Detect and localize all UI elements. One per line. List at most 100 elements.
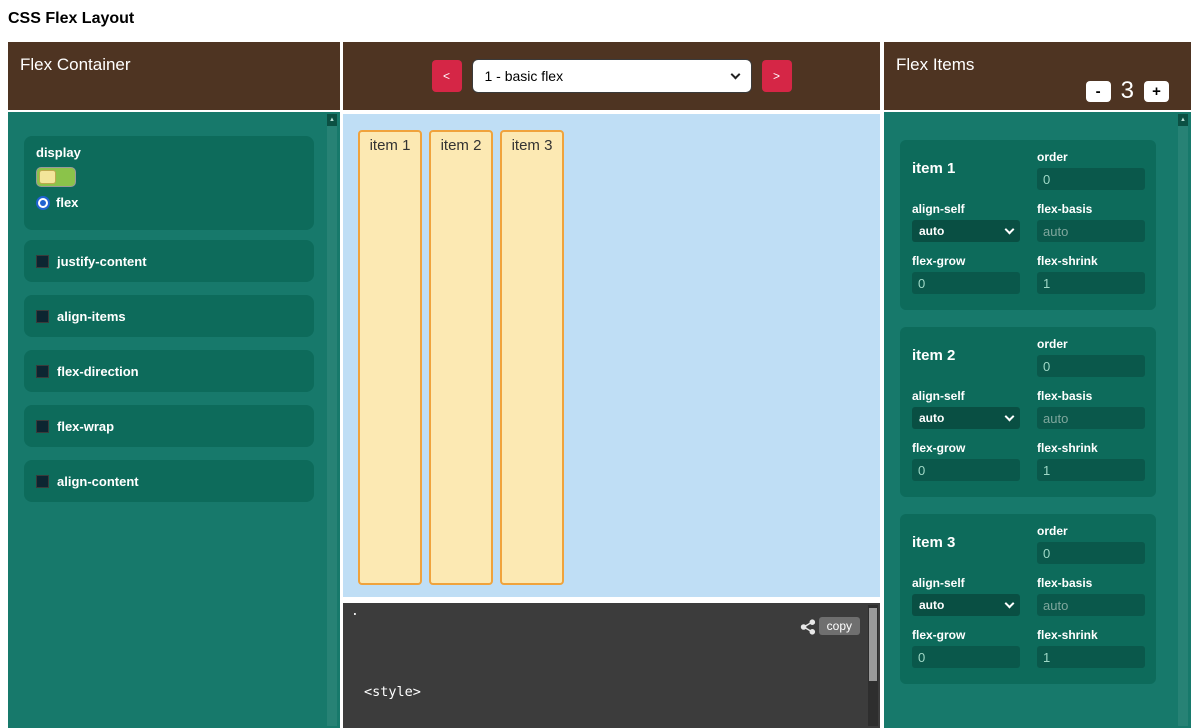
order-input[interactable] (1037, 168, 1145, 190)
add-item-button[interactable]: + (1144, 81, 1169, 102)
scroll-up-icon[interactable]: ▲ (327, 114, 337, 126)
flex-wrap-checkbox[interactable] (36, 420, 49, 433)
order-input[interactable] (1037, 355, 1145, 377)
flex-items-body: item 1 order align-self auto flex-basis (884, 112, 1191, 728)
flex-basis-input[interactable] (1037, 594, 1145, 616)
align-content-label: align-content (57, 474, 139, 489)
flex-grow-input[interactable] (912, 646, 1020, 668)
chevron-down-icon (1005, 224, 1015, 234)
flex-grow-label: flex-grow (912, 628, 1037, 642)
remove-item-button[interactable]: - (1086, 81, 1111, 102)
item-card-title: item 1 (912, 160, 1037, 190)
flex-radio[interactable] (36, 196, 50, 210)
flex-items-header: Flex Items - 3 + (884, 42, 1191, 110)
option-panel-justify-content: justify-content (24, 240, 314, 282)
left-scrollbar[interactable]: ▲ (327, 114, 337, 726)
align-self-label: align-self (912, 202, 1037, 216)
toggle-knob (39, 170, 56, 184)
option-panel-flex-wrap: flex-wrap (24, 405, 314, 447)
flex-preview-area: item 1 item 2 item 3 (343, 114, 880, 597)
align-self-select[interactable]: auto (912, 220, 1020, 242)
align-self-label: align-self (912, 389, 1037, 403)
flex-basis-label: flex-basis (1037, 202, 1144, 216)
align-self-value: auto (919, 224, 944, 238)
flex-container-header: Flex Container (8, 42, 340, 110)
share-icon[interactable] (800, 619, 816, 635)
align-items-label: align-items (57, 309, 126, 324)
align-self-select[interactable]: auto (912, 407, 1020, 429)
flex-container-title: Flex Container (20, 55, 131, 75)
example-nav-header: < 1 - basic flex > (343, 42, 880, 110)
flex-basis-input[interactable] (1037, 220, 1145, 242)
flex-shrink-label: flex-shrink (1037, 254, 1144, 268)
code-panel: . copy <style> .flex-container { display… (343, 603, 880, 728)
order-label: order (1037, 150, 1144, 164)
item-card-2: item 2 order align-self auto flex-basis (900, 327, 1156, 497)
order-input[interactable] (1037, 542, 1145, 564)
flex-direction-checkbox[interactable] (36, 365, 49, 378)
display-toggle[interactable] (36, 167, 76, 187)
flex-wrap-label: flex-wrap (57, 419, 114, 434)
code-block: <style> .flex-container { display: flex; (364, 645, 518, 728)
item-card-title: item 2 (912, 347, 1037, 377)
option-panel-flex-direction: flex-direction (24, 350, 314, 392)
flex-grow-input[interactable] (912, 272, 1020, 294)
flex-basis-input[interactable] (1037, 407, 1145, 429)
flex-item-box-2: item 2 (429, 130, 493, 585)
chevron-down-icon (1005, 411, 1015, 421)
flex-direction-label: flex-direction (57, 364, 139, 379)
example-select[interactable]: 1 - basic flex (472, 59, 752, 93)
flex-container-panel: Flex Container display flex justify-cont… (8, 42, 340, 728)
justify-content-label: justify-content (57, 254, 147, 269)
chevron-down-icon (1005, 598, 1015, 608)
flex-shrink-input[interactable] (1037, 459, 1145, 481)
item-count-controls: - 3 + (1086, 77, 1169, 105)
display-label: display (36, 145, 302, 160)
flex-grow-input[interactable] (912, 459, 1020, 481)
flex-shrink-input[interactable] (1037, 272, 1145, 294)
item-card-1: item 1 order align-self auto flex-basis (900, 140, 1156, 310)
example-select-value: 1 - basic flex (485, 68, 564, 84)
flex-items-title: Flex Items (896, 55, 974, 75)
flex-grow-label: flex-grow (912, 254, 1037, 268)
align-self-value: auto (919, 411, 944, 425)
right-scrollbar[interactable]: ▲ (1178, 114, 1188, 726)
item-card-title: item 3 (912, 534, 1037, 564)
scroll-up-icon[interactable]: ▲ (1178, 114, 1188, 126)
align-self-select[interactable]: auto (912, 594, 1020, 616)
next-example-button[interactable]: > (762, 60, 792, 92)
align-content-checkbox[interactable] (36, 475, 49, 488)
flex-shrink-label: flex-shrink (1037, 628, 1144, 642)
page-title: CSS Flex Layout (8, 10, 134, 28)
code-line: <style> (364, 683, 518, 702)
flex-item-box-1: item 1 (358, 130, 422, 585)
preview-column: < 1 - basic flex > item 1 item 2 item 3 … (343, 42, 880, 728)
display-flex-radio-row: flex (36, 195, 302, 210)
flex-container-body: display flex justify-content align-items… (8, 112, 340, 728)
flex-radio-label: flex (56, 195, 78, 210)
flex-shrink-label: flex-shrink (1037, 441, 1144, 455)
item-card-3: item 3 order align-self auto flex-basis (900, 514, 1156, 684)
chevron-down-icon (730, 69, 740, 79)
option-panel-align-content: align-content (24, 460, 314, 502)
order-label: order (1037, 337, 1144, 351)
flex-basis-label: flex-basis (1037, 576, 1144, 590)
flex-shrink-input[interactable] (1037, 646, 1145, 668)
justify-content-checkbox[interactable] (36, 255, 49, 268)
code-marker: . (351, 604, 359, 619)
item-count: 3 (1121, 77, 1134, 105)
flex-item-box-3: item 3 (500, 130, 564, 585)
prev-example-button[interactable]: < (432, 60, 462, 92)
option-panel-align-items: align-items (24, 295, 314, 337)
align-self-label: align-self (912, 576, 1037, 590)
align-self-value: auto (919, 598, 944, 612)
order-label: order (1037, 524, 1144, 538)
code-scrollbar[interactable] (868, 605, 878, 726)
scrollbar-thumb[interactable] (869, 608, 877, 681)
copy-button[interactable]: copy (819, 617, 860, 635)
display-option-panel: display flex (24, 136, 314, 230)
flex-basis-label: flex-basis (1037, 389, 1144, 403)
align-items-checkbox[interactable] (36, 310, 49, 323)
flex-grow-label: flex-grow (912, 441, 1037, 455)
flex-items-panel: Flex Items - 3 + item 1 order align-self… (884, 42, 1191, 728)
